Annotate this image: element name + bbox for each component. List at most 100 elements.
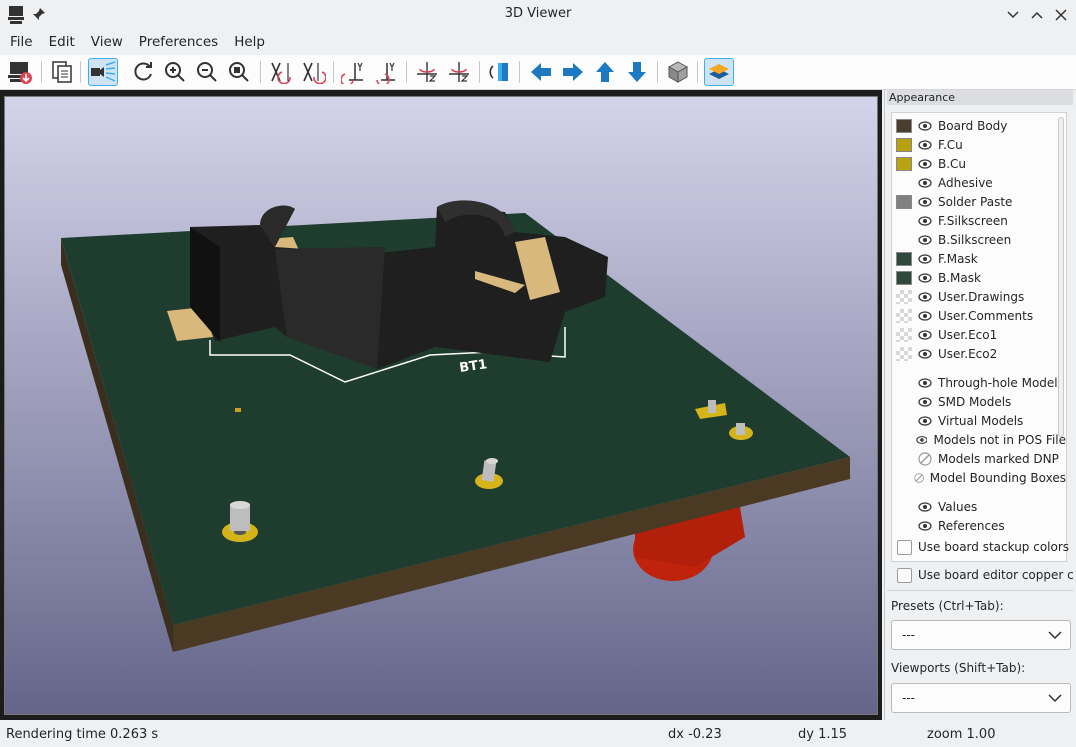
rotate-x-cw-button[interactable] [267, 58, 295, 86]
pan-right-button[interactable] [559, 58, 587, 86]
eye-icon[interactable] [918, 500, 932, 514]
copy-button[interactable] [48, 58, 76, 86]
eye-icon[interactable] [918, 328, 932, 342]
layer-row[interactable]: References [896, 516, 1066, 535]
export-button[interactable] [6, 58, 34, 86]
presets-dropdown[interactable]: --- [891, 620, 1071, 650]
render-time: Rendering time 0.263 s [6, 727, 159, 742]
minimize-button[interactable] [1003, 5, 1023, 25]
layer-row[interactable]: Models marked DNP [896, 449, 1066, 468]
zoom-out-button[interactable] [193, 58, 221, 86]
layer-row[interactable]: Model Bounding Boxes [896, 468, 1066, 487]
menu-preferences[interactable]: Preferences [131, 30, 226, 55]
orthographic-button[interactable] [664, 58, 692, 86]
color-swatch[interactable] [896, 270, 912, 285]
layer-row[interactable]: Through-hole Models [896, 373, 1066, 392]
color-swatch[interactable] [896, 346, 912, 361]
layer-row[interactable]: F.Mask [896, 249, 1066, 268]
eye-icon[interactable] [918, 309, 932, 323]
eye-icon[interactable] [915, 433, 928, 447]
layer-label: F.Cu [938, 137, 963, 152]
eye-icon[interactable] [918, 195, 932, 209]
layer-label: F.Silkscreen [938, 213, 1008, 228]
eye-icon[interactable] [918, 176, 932, 190]
menu-view[interactable]: View [83, 30, 131, 55]
layer-row[interactable]: User.Eco2 [896, 344, 1066, 363]
swatch-spacer [896, 519, 912, 533]
color-swatch[interactable] [896, 251, 912, 266]
layer-row[interactable]: B.Mask [896, 268, 1066, 287]
layer-label: Virtual Models [938, 413, 1024, 428]
rotate-z-ccw-button[interactable] [445, 58, 473, 86]
layers-toggle-button[interactable] [704, 58, 734, 86]
maximize-button[interactable] [1027, 5, 1047, 25]
eye-icon[interactable] [918, 395, 932, 409]
rotate-y-ccw-button[interactable] [372, 58, 400, 86]
pan-down-button[interactable] [623, 58, 651, 86]
eye-icon[interactable] [918, 214, 932, 228]
layer-row[interactable]: Values [896, 497, 1066, 516]
eye-icon[interactable] [918, 414, 932, 428]
menu-file[interactable]: File [2, 30, 41, 55]
rotate-x-ccw-button[interactable] [299, 58, 327, 86]
layer-row[interactable]: Solder Paste [896, 192, 1066, 211]
swatch-spacer [896, 471, 908, 485]
eye-icon[interactable] [918, 252, 932, 266]
eye-icon[interactable] [918, 376, 932, 390]
stackup-colors-checkbox-row[interactable]: Use board stackup colors [897, 537, 1073, 557]
flip-board-button[interactable] [486, 58, 514, 86]
menu-edit[interactable]: Edit [41, 30, 83, 55]
layer-list-scrollbar[interactable] [1058, 117, 1064, 437]
copper-colors-label: Use board editor copper colors [918, 568, 1073, 582]
layer-row[interactable]: Board Body [896, 116, 1066, 135]
color-swatch[interactable] [896, 308, 912, 323]
layer-row[interactable]: User.Drawings [896, 287, 1066, 306]
copper-colors-checkbox-row[interactable]: Use board editor copper colors [897, 565, 1073, 585]
layer-row[interactable]: F.Cu [896, 135, 1066, 154]
eye-icon[interactable] [918, 138, 932, 152]
color-swatch[interactable] [896, 194, 912, 209]
layer-row[interactable]: F.Silkscreen [896, 211, 1066, 230]
zoom-fit-button[interactable] [225, 58, 253, 86]
color-swatch[interactable] [896, 289, 912, 304]
eye-icon[interactable] [918, 519, 932, 533]
pan-left-button[interactable] [527, 58, 555, 86]
stackup-colors-checkbox[interactable] [897, 539, 912, 555]
eye-icon[interactable] [918, 271, 932, 285]
rotate-x-cw-icon [271, 62, 291, 84]
color-swatch[interactable] [896, 118, 912, 133]
color-swatch[interactable] [896, 327, 912, 342]
disabled-icon[interactable] [918, 451, 932, 466]
menu-help[interactable]: Help [226, 30, 273, 55]
swatch-spacer [896, 500, 912, 514]
chevron-down-icon [1048, 694, 1062, 703]
layer-row[interactable]: Virtual Models [896, 411, 1066, 430]
viewports-dropdown[interactable]: --- [891, 683, 1071, 713]
eye-icon[interactable] [918, 233, 932, 247]
color-swatch[interactable] [896, 156, 912, 171]
eye-icon[interactable] [918, 347, 932, 361]
layer-row[interactable]: B.Silkscreen [896, 230, 1066, 249]
layer-row[interactable]: User.Comments [896, 306, 1066, 325]
layer-row[interactable]: B.Cu [896, 154, 1066, 173]
color-swatch [896, 176, 912, 190]
3d-viewport[interactable]: BT1 [4, 96, 878, 715]
layer-row[interactable]: Adhesive [896, 173, 1066, 192]
layer-row[interactable]: Models not in POS File [896, 430, 1066, 449]
reload-button[interactable] [129, 58, 157, 86]
copper-colors-checkbox[interactable] [897, 567, 912, 583]
rotate-z-cw-button[interactable] [413, 58, 441, 86]
color-swatch[interactable] [896, 137, 912, 152]
rotate-y-cw-button[interactable] [340, 58, 368, 86]
raytrace-button[interactable] [88, 58, 118, 86]
close-button[interactable] [1051, 5, 1071, 25]
eye-icon[interactable] [918, 119, 932, 133]
layer-row[interactable]: User.Eco1 [896, 325, 1066, 344]
eye-icon[interactable] [918, 157, 932, 171]
zoom-in-button[interactable] [161, 58, 189, 86]
disabled-icon[interactable] [913, 471, 924, 485]
panel-title: Appearance [887, 90, 1073, 105]
layer-row[interactable]: SMD Models [896, 392, 1066, 411]
pan-up-button[interactable] [591, 58, 619, 86]
eye-icon[interactable] [918, 290, 932, 304]
